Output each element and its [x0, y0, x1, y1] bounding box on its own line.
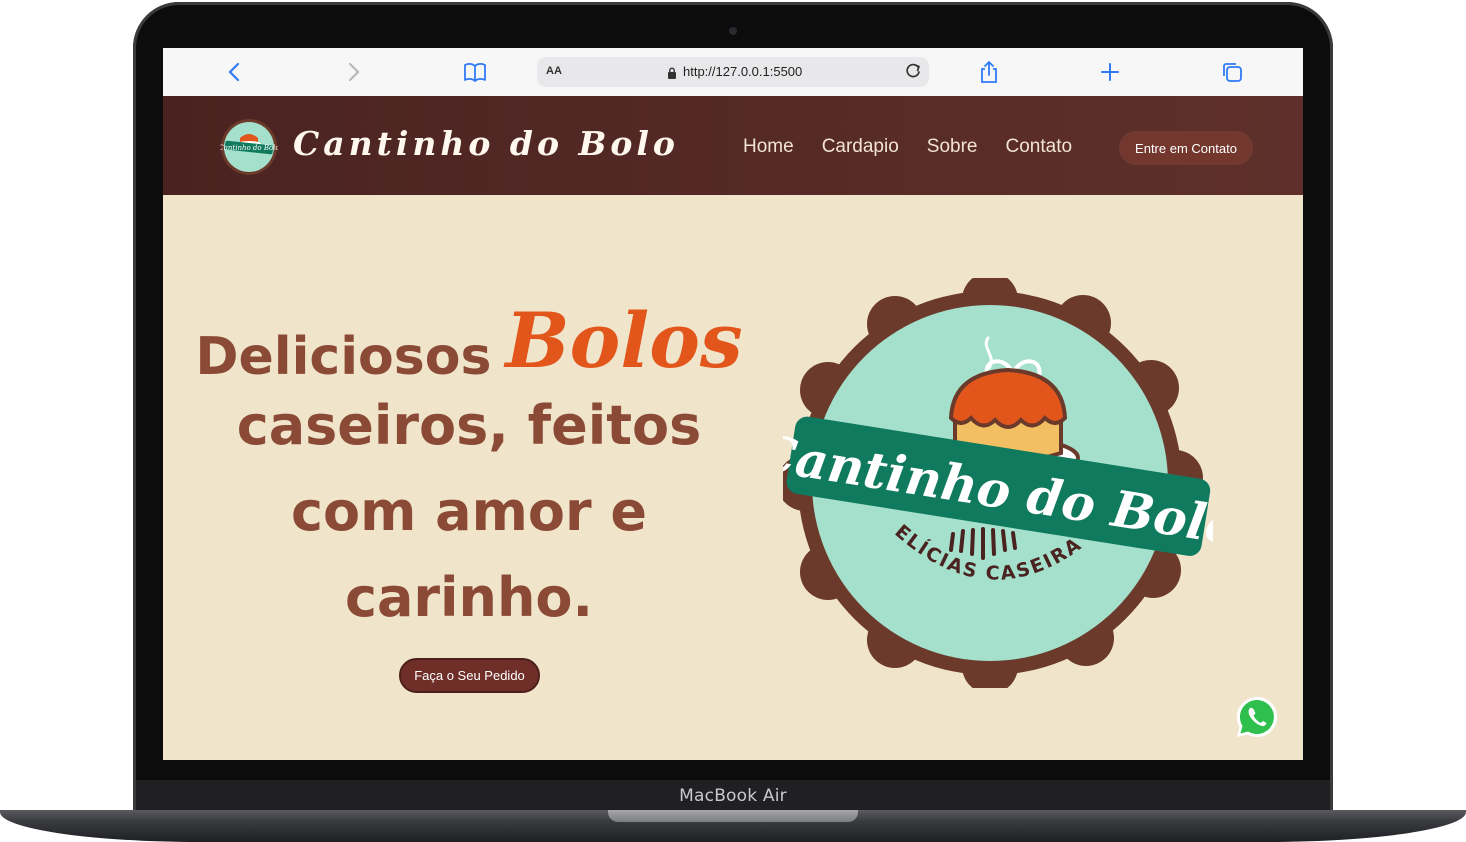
camera-icon	[729, 27, 737, 35]
hero-heading: Deliciosos Bolos caseiros, feitos com am…	[163, 298, 775, 641]
address-bar[interactable]: AA http://127.0.0.1:5500	[537, 57, 929, 87]
hero-prefix: Deliciosos	[195, 327, 492, 387]
main-nav: Home Cardapio Sobre Contato	[743, 136, 1072, 158]
brand-name[interactable]: Cantinho do Bolo	[293, 124, 679, 163]
nav-sobre[interactable]: Sobre	[927, 136, 978, 158]
logo-small-text: Cantinho do Bolo	[220, 144, 278, 152]
contact-button[interactable]: Entre em Contato	[1119, 131, 1253, 165]
browser-toolbar: AA http://127.0.0.1:5500	[163, 48, 1303, 97]
nav-home[interactable]: Home	[743, 136, 794, 158]
whatsapp-icon[interactable]	[1234, 694, 1280, 740]
reload-icon[interactable]	[903, 61, 923, 86]
site-header: Cantinho do Bolo Cantinho do Bolo Home C…	[163, 96, 1303, 195]
text-size-button[interactable]: AA	[546, 65, 562, 77]
hero-line-2: caseiros, feitos	[236, 394, 702, 457]
brand-logo[interactable]: Cantinho do Bolo	[218, 118, 280, 176]
bookmarks-icon[interactable]	[463, 60, 487, 84]
nav-cardapio[interactable]: Cardapio	[822, 136, 899, 158]
laptop-hinge-notch	[608, 810, 858, 822]
back-icon[interactable]	[222, 60, 246, 84]
forward-icon[interactable]	[342, 60, 366, 84]
nav-contato[interactable]: Contato	[1006, 136, 1073, 158]
lock-icon	[667, 66, 677, 84]
share-icon[interactable]	[977, 60, 1001, 84]
hero-logo: Cantinho do Bolo DELÍCIAS CASEIRAS	[752, 261, 1243, 694]
hero-line-4: carinho.	[344, 566, 594, 629]
hero-line-3: com amor e	[290, 480, 648, 543]
new-tab-icon[interactable]	[1098, 60, 1122, 84]
order-button[interactable]: Faça o Seu Pedido	[399, 658, 540, 693]
device-model-label: MacBook Air	[679, 786, 787, 806]
laptop-chin: MacBook Air	[136, 780, 1330, 812]
url-text: http://127.0.0.1:5500	[683, 64, 803, 79]
tabs-overview-icon[interactable]	[1220, 60, 1244, 84]
hero-line-1: Deliciosos Bolos	[163, 296, 775, 387]
screen: AA http://127.0.0.1:5500 Cantinho do Bol…	[163, 48, 1303, 760]
hero-accent: Bolos	[505, 296, 743, 385]
